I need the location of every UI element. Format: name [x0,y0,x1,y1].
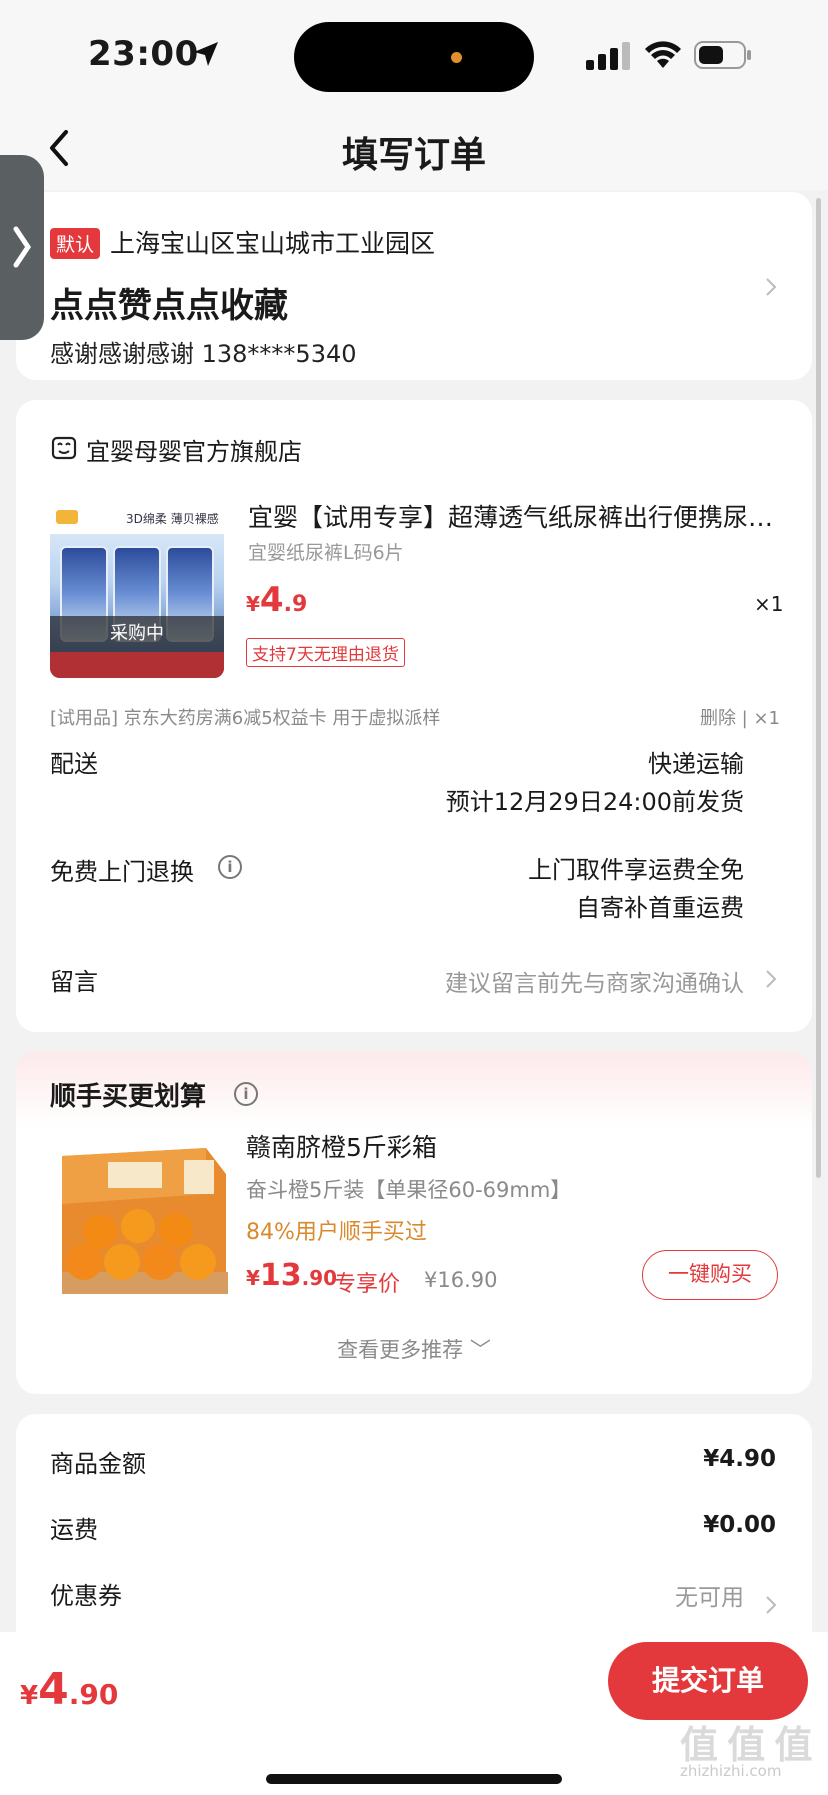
recommend-bought-rate: 84%用户顺手买过 [246,1220,427,1245]
orange-box-image[interactable] [56,1134,230,1302]
status-time: 23:00 [88,34,199,74]
recipient-name: 点点赞点点收藏 [50,286,288,326]
shop-name[interactable]: 宜婴母婴官方旗舰店 [86,432,302,467]
price-integer: 4 [38,1664,69,1715]
status-bar: 23:00 [0,0,828,110]
page-header: 填写订单 [0,110,828,190]
home-indicator[interactable] [266,1774,562,1784]
price-decimal: .90 [301,1266,338,1290]
address-line: 上海宝山区宝山城市工业园区 [110,229,436,258]
product-quantity: ×1 [754,592,784,616]
address-card[interactable]: 默认 上海宝山区宝山城市工业园区 点点赞点点收藏 感谢感谢感谢 138****5… [16,192,812,380]
dynamic-island [294,22,534,92]
price-decimal: .90 [68,1678,119,1711]
submit-order-button[interactable]: 提交订单 [608,1642,808,1720]
recipient-contact: 感谢感谢感谢 138****5340 [50,340,357,368]
product-title[interactable]: 宜婴【试用专享】超薄透气纸尿裤出行便携尿… [248,498,776,534]
coupon-label: 优惠券 [50,1582,122,1610]
chevron-right-icon [766,970,777,988]
brand-logo [56,510,78,524]
watermark-url: zhizhizhi.com [680,1762,782,1780]
product-image[interactable]: 3D绵柔 薄贝裸感 采购中 [50,504,224,678]
shipping-fee-value: ¥0.00 [703,1512,776,1538]
page-title: 填写订单 [341,135,486,176]
free-return-self-ship: 自寄补首重运费 [576,894,744,922]
shop-order-card: 宜婴母婴官方旗舰店 3D绵柔 薄贝裸感 采购中 宜婴【试用专享】超薄透气纸尿裤出… [16,400,812,1032]
scrollbar[interactable] [816,198,821,1178]
message-label: 留言 [50,968,98,996]
battery-icon [694,41,751,69]
recommend-price: ¥13.90 [246,1258,337,1293]
recommend-card: 顺手买更划算 i 赣南脐橙5斤彩箱 奋斗橙5斤装【单果径60-69mm】 84%… [16,1052,812,1394]
goods-amount-value: ¥4.90 [703,1446,776,1472]
trial-gift-actions[interactable]: 删除 | ×1 [700,704,780,730]
order-total: ¥4.90 [20,1664,118,1715]
watermark-logo: 值 值 值 [680,1723,812,1767]
chevron-right-icon [766,1596,777,1614]
side-drawer-tab[interactable] [0,155,44,340]
free-return-label: 免费上门退换 [50,858,194,886]
price-symbol: ¥ [246,592,260,616]
purchasing-overlay: 采购中 [50,616,224,652]
more-recommendations-link[interactable]: 查看更多推荐 ﹀ [16,1334,812,1364]
original-price: ¥16.90 [424,1268,498,1292]
free-return-pickup: 上门取件享运费全免 [528,856,744,884]
one-click-buy-button[interactable]: 一键购买 [642,1250,778,1300]
product-price: ¥4.9 [246,580,307,620]
coupon-value[interactable]: 无可用 [675,1578,744,1612]
wifi-icon [645,41,681,68]
price-symbol: ¥ [20,1681,39,1711]
return-policy-tag: 支持7天无理由退货 [246,638,405,667]
trial-gift-line: [试用品] 京东大药房满6减5权益卡 用于虚拟派样 [50,708,441,729]
recommend-product-name[interactable]: 赣南脐橙5斤彩箱 [246,1128,437,1164]
price-decimal: .9 [283,592,308,617]
delivery-method: 快递运输 [648,750,744,778]
goods-amount-label: 商品金额 [50,1450,146,1478]
shipping-fee-label: 运费 [50,1516,98,1544]
price-summary-card: 商品金额 ¥4.90 运费 ¥0.00 优惠券 无可用 [16,1414,812,1654]
delivery-estimate: 预计12月29日24:00前发货 [445,788,744,816]
delivery-label: 配送 [50,750,98,778]
chevron-right-icon [13,226,32,268]
recommend-product-spec: 奋斗橙5斤装【单果径60-69mm】 [246,1178,572,1202]
exclusive-price-label: 专享价 [334,1272,401,1297]
price-integer: 4 [259,580,284,620]
recommend-title: 顺手买更划算 [50,1082,207,1112]
info-icon[interactable]: i [234,1082,258,1106]
default-address-badge: 默认 [50,228,101,259]
product-spec: 宜婴纸尿裤L码6片 [248,542,404,564]
product-image-footer [50,652,224,678]
info-icon[interactable]: i [218,855,242,879]
price-integer: 13 [259,1258,302,1293]
store-icon [51,436,77,460]
recording-dot-icon [451,52,462,63]
message-input[interactable]: 建议留言前先与商家沟通确认 [445,964,744,998]
chevron-right-icon [766,278,777,296]
cellular-signal-icon [586,42,630,70]
location-arrow-icon [194,42,218,66]
price-symbol: ¥ [246,1266,260,1290]
